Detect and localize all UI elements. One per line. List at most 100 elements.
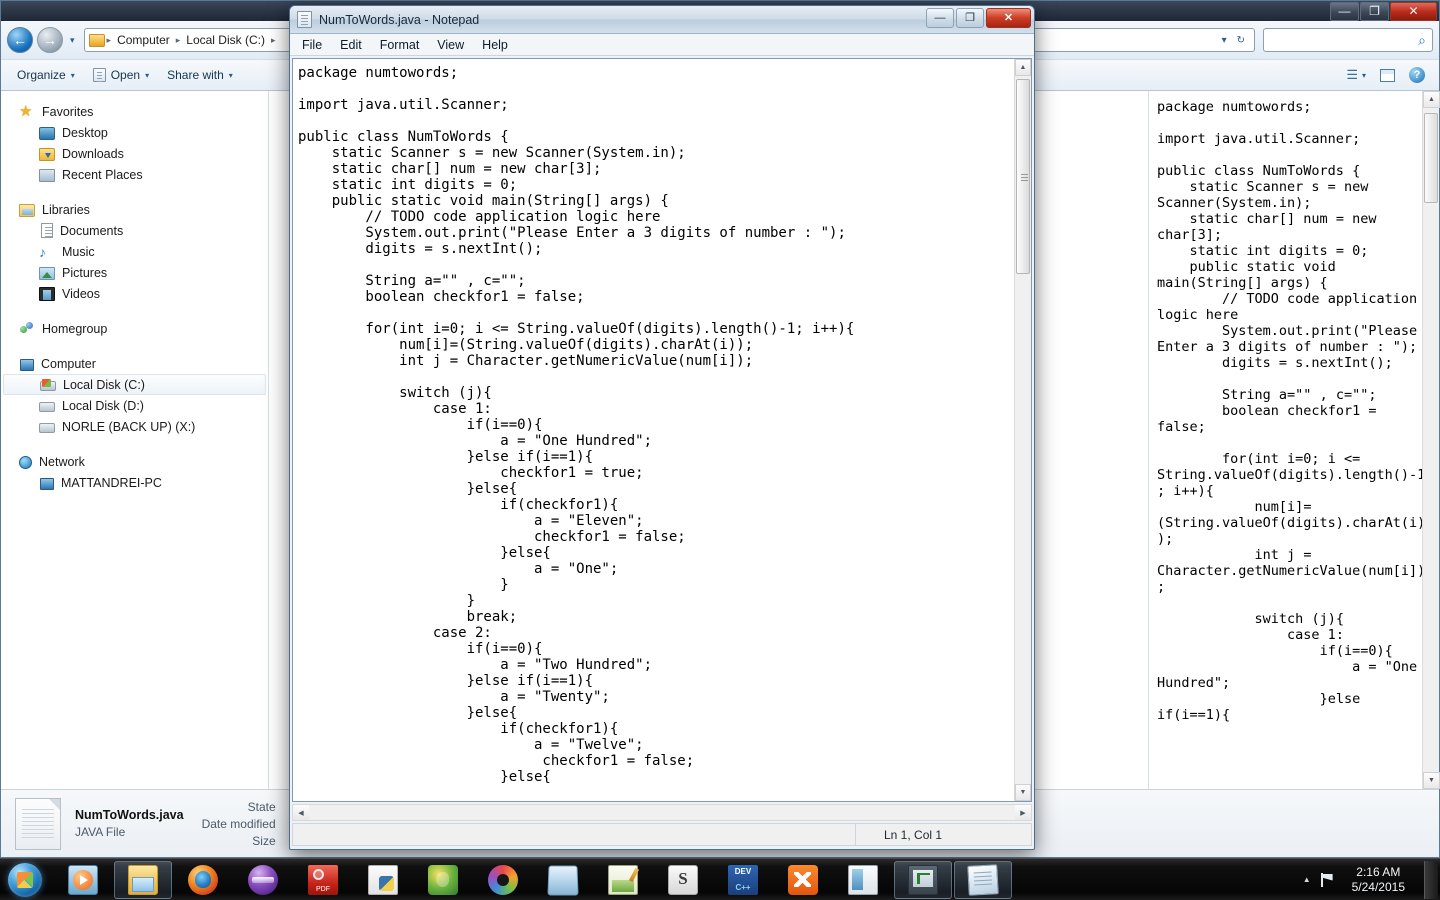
taskbar-item-adobe-reader[interactable] [294, 861, 352, 899]
notepad-titlebar[interactable]: NumToWords.java - Notepad — ❐ ✕ [290, 6, 1034, 34]
address-dropdown-icon[interactable]: ▾ [1217, 35, 1232, 46]
menu-format[interactable]: Format [372, 36, 428, 54]
forward-button[interactable]: → [37, 27, 63, 53]
preview-pane-scrollbar[interactable]: ▲ ▼ [1422, 91, 1440, 789]
sidebar-item-pictures[interactable]: Pictures [1, 262, 268, 283]
dev-cpp-icon [728, 864, 758, 895]
scroll-left-icon[interactable]: ◀ [293, 805, 309, 820]
taskbar-item-visual-studio[interactable] [474, 861, 532, 899]
taskbar-item-python[interactable] [354, 861, 412, 899]
scroll-up-icon[interactable]: ▲ [1423, 91, 1440, 108]
organize-button[interactable]: Organize ▾ [9, 64, 83, 86]
notepad-vertical-scrollbar[interactable]: ▲ ▼ [1014, 59, 1031, 801]
sidebar-label: Documents [60, 223, 124, 238]
sidebar-item-homegroup[interactable]: Homegroup [1, 318, 268, 339]
taskbar-app-buttons [54, 860, 1012, 899]
action-center-flag-icon[interactable] [1320, 872, 1335, 887]
sidebar-item-desktop[interactable]: Desktop [1, 122, 268, 143]
search-input[interactable]: ⌕ [1263, 28, 1433, 52]
preview-pane-button[interactable] [1374, 65, 1401, 86]
refresh-icon[interactable]: ↻ [1232, 35, 1250, 46]
scroll-up-icon[interactable]: ▲ [1015, 59, 1031, 76]
taskbar-item-windows-explorer[interactable] [114, 860, 172, 899]
folder-icon [88, 33, 105, 47]
menu-view[interactable]: View [429, 36, 472, 54]
scroll-right-icon[interactable]: ▶ [1015, 805, 1031, 820]
notepad-window: NumToWords.java - Notepad — ❐ ✕ File Edi… [289, 5, 1035, 850]
preview-scroll-thumb[interactable] [1424, 113, 1438, 203]
menu-help[interactable]: Help [474, 36, 516, 54]
notepad-close-button[interactable]: ✕ [986, 8, 1031, 28]
notepad-plus-plus-icon [608, 864, 640, 895]
breadcrumb-item-local-disk-c[interactable]: Local Disk (C:) [182, 32, 269, 48]
pdf-icon [308, 864, 338, 895]
sidebar-item-videos[interactable]: Videos [1, 283, 268, 304]
menu-edit[interactable]: Edit [332, 36, 370, 54]
open-button[interactable]: Open ▾ [85, 64, 157, 86]
sidebar-item-norle-backup-x[interactable]: NORLE (BACK UP) (X:) [1, 416, 268, 437]
libraries-icon [19, 204, 35, 217]
back-button[interactable]: ← [7, 27, 33, 53]
notepad-edit-area[interactable]: package numtowords; import java.util.Sca… [292, 58, 1032, 802]
menu-file[interactable]: File [294, 36, 330, 54]
taskbar-item-firefox[interactable] [174, 861, 232, 899]
sidebar-item-downloads[interactable]: Downloads [1, 143, 268, 164]
music-icon: ♪ [39, 243, 46, 260]
breadcrumb-item-computer[interactable]: Computer [113, 32, 174, 48]
sidebar-item-documents[interactable]: Documents [1, 220, 268, 241]
clock-time: 2:16 AM [1356, 864, 1401, 879]
notepad-minimize-button[interactable]: — [926, 8, 954, 28]
documents-icon [41, 223, 53, 238]
clock[interactable]: 2:16 AM 5/24/2015 [1344, 865, 1413, 895]
taskbar-item-notepad[interactable] [954, 860, 1012, 899]
sidebar-label: Local Disk (C:) [63, 377, 145, 392]
show-desktop-button[interactable] [1424, 860, 1438, 899]
taskbar-item-eclipse[interactable] [234, 861, 292, 899]
sidebar-item-computer[interactable]: Computer [1, 353, 268, 374]
sidebar-item-music[interactable]: ♪ Music [1, 241, 268, 262]
notepad-horizontal-scrollbar[interactable]: ◀ ▶ [292, 804, 1032, 821]
clock-date: 5/24/2015 [1351, 879, 1405, 894]
sidebar-item-favorites[interactable]: ★ Favorites [1, 101, 268, 122]
python-icon [368, 864, 398, 895]
share-with-label: Share with [167, 68, 224, 82]
scroll-down-icon[interactable]: ▼ [1423, 772, 1440, 789]
taskbar-item-virtualbox[interactable] [534, 861, 592, 899]
taskbar-item-window-app[interactable] [834, 861, 892, 899]
start-button[interactable] [2, 861, 48, 899]
taskbar-item-dev-cpp[interactable] [714, 861, 772, 899]
taskbar-item-xampp[interactable] [774, 861, 832, 899]
sidebar-item-libraries[interactable]: Libraries [1, 199, 268, 220]
taskbar-item-notepad-plus-plus[interactable] [594, 861, 652, 899]
share-with-button[interactable]: Share with ▾ [159, 64, 241, 86]
network-icon [19, 456, 32, 469]
pycharm-icon [428, 864, 458, 895]
taskbar-item-pycharm[interactable] [414, 861, 472, 899]
vertical-scroll-thumb[interactable] [1016, 79, 1030, 274]
details-label-size: Size [252, 833, 276, 848]
sidebar-item-network[interactable]: Network [1, 451, 268, 472]
sidebar-item-mattandrei-pc[interactable]: MATTANDREI-PC [1, 472, 268, 493]
sidebar-label: Network [39, 454, 85, 469]
sidebar-item-local-disk-d[interactable]: Local Disk (D:) [1, 395, 268, 416]
breadcrumb-separator-icon: ▸ [106, 34, 112, 45]
taskbar-item-sublime-text[interactable] [654, 861, 712, 899]
windows-drive-icon [40, 379, 56, 391]
explorer-minimize-button[interactable]: — [1330, 2, 1359, 21]
taskbar-item-windows-media-player[interactable] [54, 861, 112, 899]
chevron-down-icon: ▾ [1361, 70, 1366, 80]
help-button[interactable]: ? [1403, 63, 1431, 87]
sidebar-group-libraries: Libraries Documents ♪ Music Pictures Vid… [1, 199, 268, 304]
notepad-maximize-button[interactable]: ❐ [956, 8, 984, 28]
notepad-icon [297, 11, 312, 28]
recent-pages-dropdown-icon[interactable]: ▾ [67, 35, 78, 46]
scroll-down-icon[interactable]: ▼ [1015, 784, 1031, 801]
explorer-maximize-button[interactable]: ❐ [1360, 2, 1389, 21]
sidebar-item-recent-places[interactable]: Recent Places [1, 164, 268, 185]
notepad-text-content[interactable]: package numtowords; import java.util.Sca… [293, 59, 1014, 801]
show-hidden-icons-icon[interactable]: ▲ [1303, 875, 1311, 884]
taskbar-item-netbeans[interactable] [894, 860, 952, 899]
explorer-close-button[interactable]: ✕ [1390, 2, 1437, 21]
change-view-button[interactable]: ☰ ▾ [1340, 63, 1372, 87]
sidebar-item-local-disk-c[interactable]: Local Disk (C:) [3, 374, 266, 395]
